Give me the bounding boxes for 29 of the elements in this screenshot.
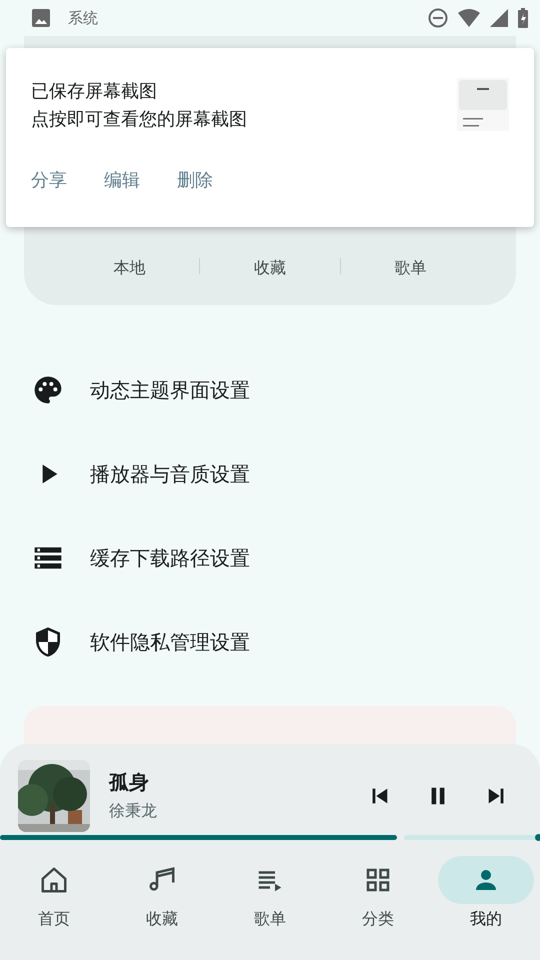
app-label: 系统 [68, 8, 98, 28]
nav-tab[interactable]: 首页 [0, 856, 108, 930]
stat-label[interactable]: 收藏 [200, 258, 340, 278]
action-button[interactable]: 分享 [31, 168, 67, 192]
wifi-icon [458, 9, 480, 27]
settings-item[interactable]: 软件隐私管理设置 [90, 628, 250, 656]
notification-title: 已保存屏幕截图 [31, 80, 158, 104]
battery-icon [518, 8, 528, 28]
signal-icon [490, 9, 508, 27]
do-not-disturb-icon [428, 8, 448, 28]
stat-label[interactable]: 歌单 [340, 258, 480, 278]
artist-name: 徐秉龙 [109, 801, 158, 822]
image-icon [32, 9, 50, 27]
stat-label[interactable]: 本地 [60, 258, 200, 278]
settings-item[interactable]: 播放器与音质设置 [90, 460, 250, 488]
palette-icon [32, 374, 64, 406]
song-title: 孤身 [109, 769, 150, 795]
settings-item[interactable]: 缓存下载路径设置 [90, 544, 250, 572]
screenshot-thumbnail [457, 78, 509, 131]
nav-tab[interactable]: 歌单 [216, 856, 324, 930]
nav-tab[interactable]: 分类 [324, 856, 432, 930]
action-button[interactable]: 删除 [177, 168, 213, 192]
home-icon [39, 865, 69, 895]
notification-text: 点按即可查看您的屏幕截图 [31, 108, 248, 132]
action-button[interactable]: 编辑 [104, 168, 140, 192]
nav-tab[interactable]: 收藏 [108, 856, 216, 930]
settings-item[interactable]: 动态主题界面设置 [90, 376, 250, 404]
progress-bar[interactable] [0, 834, 540, 840]
notification-card[interactable]: 已保存屏幕截图 点按即可查看您的屏幕截图 分享 编辑 删除 [6, 48, 534, 227]
